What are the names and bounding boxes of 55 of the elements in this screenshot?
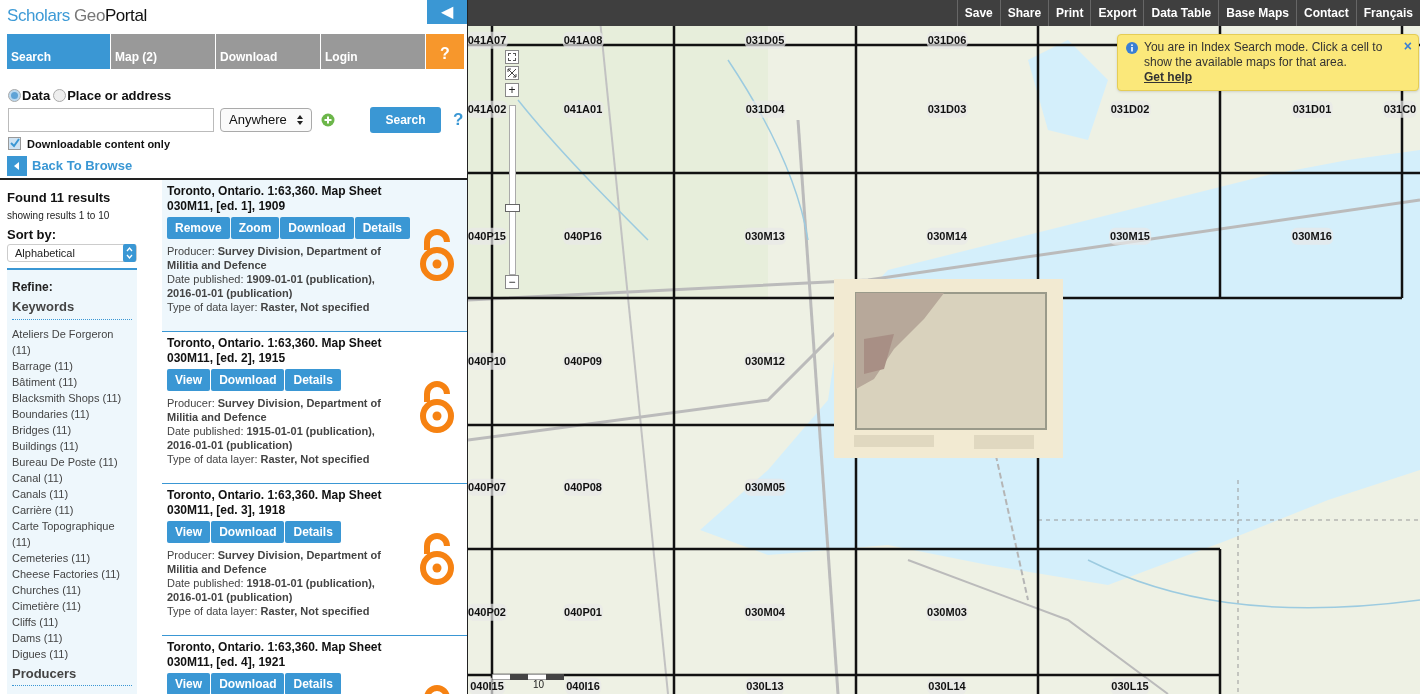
facet-item[interactable]: Canal (11): [12, 469, 130, 486]
open-access-icon: [419, 530, 455, 588]
result-title[interactable]: Toronto, Ontario. 1:63,360. Map Sheet 030M11, [ed. 3], 1918: [167, 488, 419, 518]
result-detail: Producer: Survey Division, Department of Militia and Defence: [167, 396, 382, 424]
checkbox[interactable]: [8, 137, 21, 151]
add-icon[interactable]: [321, 112, 335, 127]
facet-item[interactable]: Boundaries (11): [12, 405, 130, 422]
radio-button[interactable]: [53, 89, 67, 103]
refine-heading: Refine:: [12, 279, 54, 296]
result-detail: Type of data layer: Raster, Not specified: [167, 300, 371, 314]
select-arrows-icon: [297, 114, 303, 125]
radio-label: Data: [22, 87, 51, 105]
facet-item[interactable]: Carrière (11): [12, 501, 130, 518]
radio-button[interactable]: [8, 89, 21, 103]
sort-select[interactable]: Alphabetical: [7, 244, 137, 262]
result-card[interactable]: [162, 180, 467, 332]
result-detail: Type of data layer: Raster, Not specified: [167, 604, 371, 618]
result-detail: Type of data layer: Raster, Not specified: [167, 452, 371, 466]
result-detail: Date published: 1909-01-01 (publication), 2016-01-01 (publication): [167, 272, 376, 300]
facet-item[interactable]: Barrage (11): [12, 357, 130, 374]
result-detail: Producer: Survey Division, Department of Militia and Defence: [167, 548, 382, 576]
result-detail: Date published: 1915-01-01 (publication), 2016-01-01 (publication): [167, 424, 376, 452]
result-detail: Producer: Survey Division, Department of Militia and Defence: [167, 244, 382, 272]
extent-select[interactable]: Anywhere: [220, 107, 312, 132]
select-arrows-icon: [123, 244, 136, 262]
checkbox-label: Downloadable content only: [27, 136, 170, 152]
facet-item[interactable]: Ateliers De Forgeron (11): [12, 325, 130, 358]
facet-item[interactable]: Digues (11): [12, 645, 130, 662]
facet-item[interactable]: Bâtiment (11): [12, 373, 130, 390]
facet-item[interactable]: Buildings (11): [12, 437, 130, 454]
result-detail: Date published: 1918-01-01 (publication), 2016-01-01 (publication): [167, 576, 376, 604]
open-access-icon: [419, 226, 455, 284]
result-title[interactable]: Toronto, Ontario. 1:63,360. Map Sheet 030M11, [ed. 2], 1915: [167, 336, 419, 366]
facet-item[interactable]: Canals (11): [12, 485, 130, 502]
facet-item[interactable]: Carte Topographique (11): [12, 517, 130, 550]
facet-item[interactable]: Dams (11): [12, 629, 130, 646]
facet-item[interactable]: Cemeteries (11): [12, 549, 130, 566]
facet-item[interactable]: Cliffs (11): [12, 613, 130, 630]
result-title[interactable]: Toronto, Ontario. 1:63,360. Map Sheet 030M11, [ed. 4], 1921: [167, 640, 419, 670]
facet-item[interactable]: Churches (11): [12, 581, 130, 598]
results-count: Found 11 results: [7, 189, 112, 207]
sort-label: Sort by:: [7, 225, 58, 244]
logo[interactable]: Scholars GeoPortal: [7, 3, 147, 29]
facet-item[interactable]: Cimetière (11): [12, 597, 130, 614]
facet-item[interactable]: Cheese Factories (11): [12, 565, 130, 582]
radio-label: Place or address: [67, 87, 172, 105]
open-access-icon: [419, 378, 455, 436]
facet-item[interactable]: Bridges (11): [12, 421, 130, 438]
facet-item[interactable]: Blacksmith Shops (11): [12, 389, 130, 406]
result-title[interactable]: Toronto, Ontario. 1:63,360. Map Sheet 030M11, [ed. 1], 1909: [167, 184, 419, 214]
facet-heading[interactable]: Producers: [12, 663, 132, 686]
search-field[interactable]: [8, 107, 214, 132]
facet-heading[interactable]: Keywords: [12, 297, 132, 320]
facet-item[interactable]: Bureau De Poste (11): [12, 453, 130, 470]
results-range: showing results 1 to 10: [7, 208, 111, 223]
